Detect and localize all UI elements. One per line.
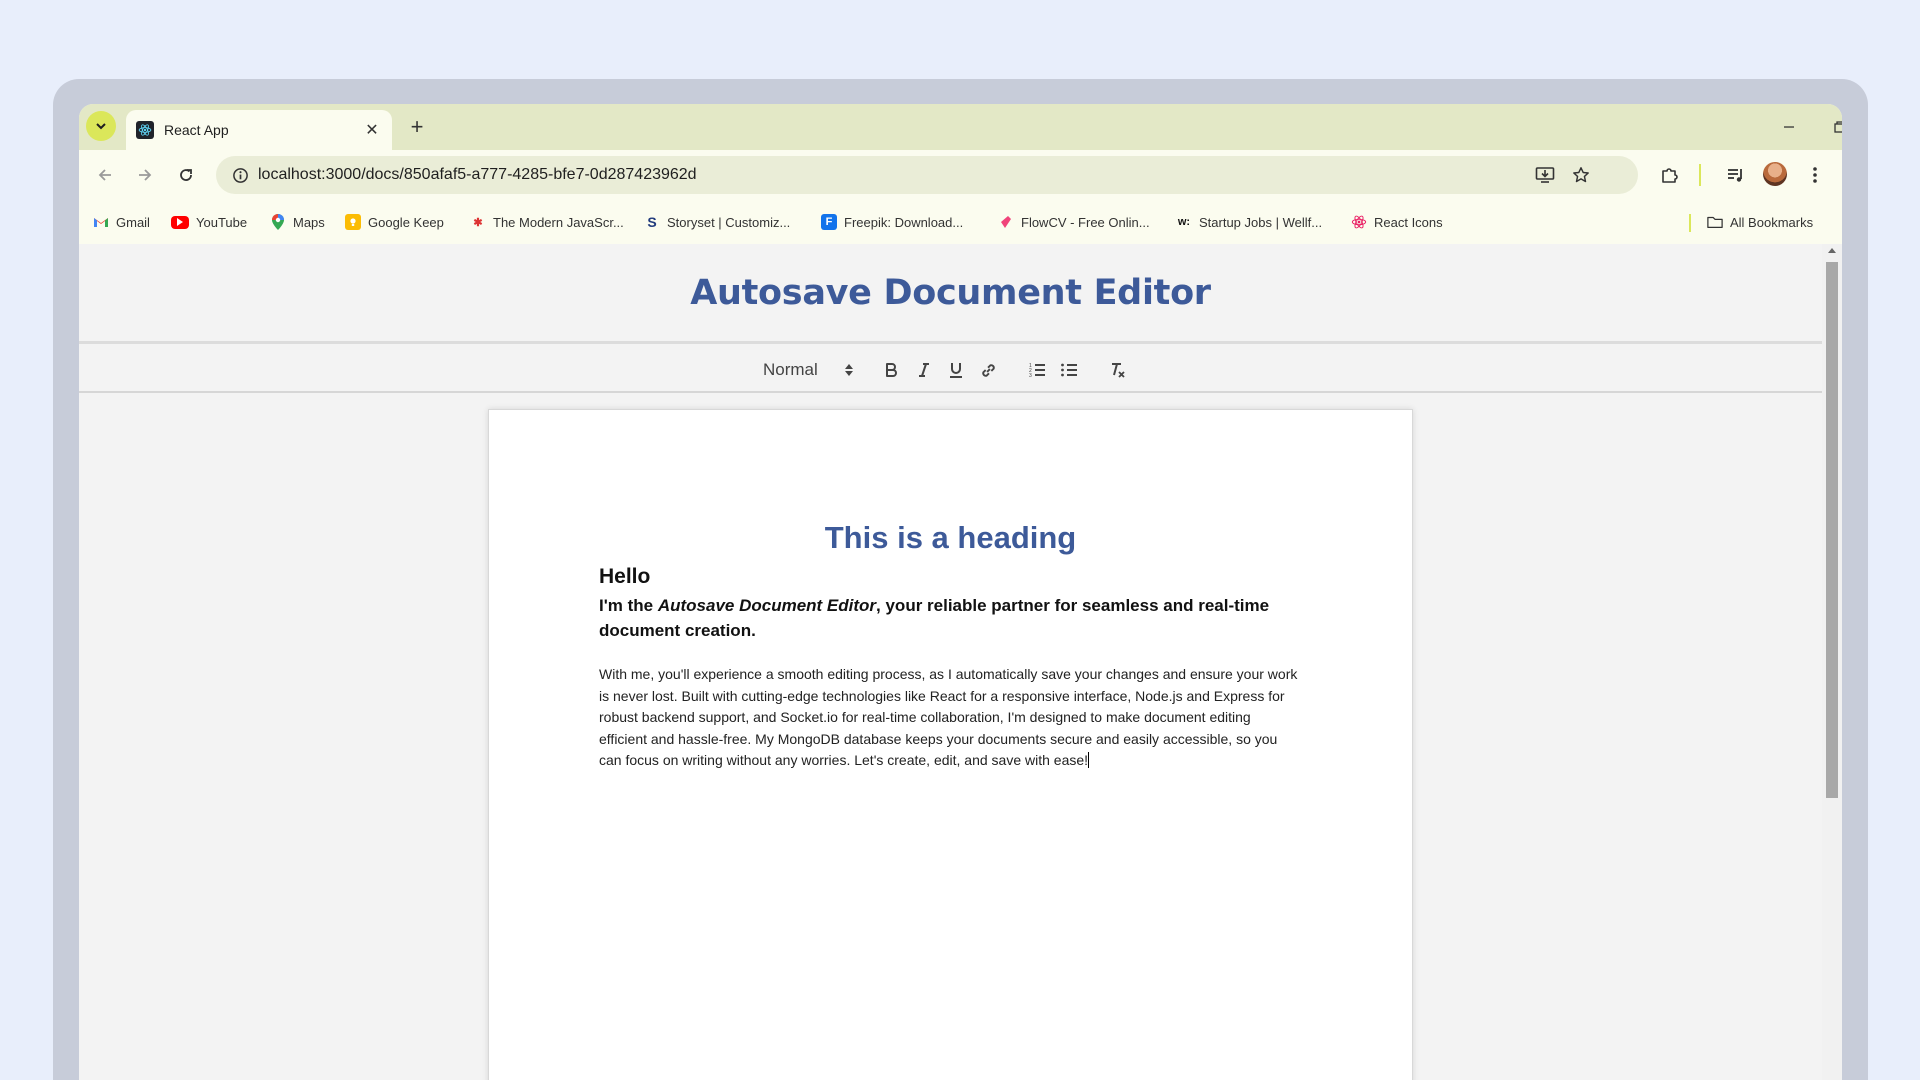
bold-button[interactable]: [877, 356, 905, 384]
restore-button[interactable]: [1820, 112, 1842, 142]
react-icon: [1351, 214, 1367, 230]
bookmark-maps[interactable]: Maps: [270, 211, 325, 233]
react-favicon-icon: [136, 121, 154, 139]
bullet-list-button[interactable]: [1055, 356, 1083, 384]
gmail-icon: [93, 214, 109, 230]
scroll-up-icon[interactable]: [1828, 248, 1836, 253]
select-arrows-icon: [842, 364, 856, 376]
editor-toolbar: Normal 123: [79, 347, 1822, 393]
toolbar-divider: [1699, 164, 1701, 186]
freepik-icon: F: [821, 214, 837, 230]
bookmarks-divider: [1689, 214, 1691, 232]
back-button[interactable]: [91, 161, 119, 189]
italic-icon: [919, 363, 929, 377]
document-heading[interactable]: This is a heading: [489, 520, 1412, 556]
chevron-down-icon: [96, 123, 106, 130]
app-title: Autosave Document Editor: [690, 272, 1211, 313]
install-app-icon[interactable]: [1527, 156, 1563, 194]
maps-icon: [270, 214, 286, 230]
bullet-list-icon: [1061, 363, 1077, 377]
scrollbar-thumb[interactable]: [1826, 262, 1838, 798]
browser-window: React App ✕ + localhost:3000/docs/850afa…: [79, 104, 1842, 1080]
music-queue-icon: [1728, 169, 1742, 182]
puzzle-icon: [1662, 168, 1678, 183]
bookmark-wellfound[interactable]: w: Startup Jobs | Wellf...: [1176, 211, 1322, 233]
text-caret: [1088, 752, 1090, 768]
forward-button[interactable]: [131, 161, 159, 189]
minimize-button[interactable]: [1769, 112, 1809, 142]
clear-format-icon: [1112, 362, 1125, 378]
arrow-left-icon: [98, 169, 111, 181]
tab-close-icon[interactable]: ✕: [362, 120, 382, 140]
youtube-icon: [171, 215, 189, 229]
browser-menu-button[interactable]: [1801, 161, 1829, 189]
tab-strip: React App ✕ +: [79, 104, 1842, 150]
svg-text:3: 3: [1029, 373, 1032, 378]
ordered-list-icon: 123: [1029, 363, 1045, 378]
bookmark-youtube[interactable]: YouTube: [171, 211, 247, 233]
bookmark-storyset[interactable]: S Storyset | Customiz...: [644, 211, 790, 233]
header-format-select[interactable]: Normal: [756, 356, 856, 384]
tab-search-button[interactable]: [86, 111, 116, 141]
clear-format-button[interactable]: [1104, 356, 1132, 384]
app-header: Autosave Document Editor: [79, 244, 1822, 344]
intro-emphasis: Autosave Document Editor: [657, 596, 877, 615]
flowcv-icon: [998, 214, 1014, 230]
more-vert-icon: [1813, 167, 1817, 183]
bookmarks-bar: Gmail YouTube Maps Google Keep ✱ The Mod…: [79, 200, 1842, 244]
bookmark-freepik[interactable]: F Freepik: Download...: [821, 211, 963, 233]
document-intro[interactable]: I'm the Autosave Document Editor, your r…: [599, 593, 1299, 643]
ordered-list-button[interactable]: 123: [1023, 356, 1051, 384]
reload-button[interactable]: [172, 161, 200, 189]
profile-avatar[interactable]: [1763, 162, 1787, 186]
page-viewport: Autosave Document Editor Normal 123 This…: [79, 244, 1822, 1080]
keep-icon: [345, 214, 361, 230]
bookmark-flowcv[interactable]: FlowCV - Free Onlin...: [998, 211, 1150, 233]
header-format-value: Normal: [763, 360, 818, 379]
javascript-info-icon: ✱: [473, 216, 483, 229]
page-scrollbar[interactable]: [1822, 244, 1842, 1080]
site-info-icon[interactable]: [222, 156, 258, 194]
reload-icon: [180, 169, 192, 181]
tab-title: React App: [164, 122, 229, 138]
underline-icon: [950, 362, 962, 378]
storyset-icon: S: [647, 214, 657, 230]
bookmark-gmail[interactable]: Gmail: [93, 211, 150, 233]
wellfound-icon: w:: [1177, 216, 1191, 228]
document-body[interactable]: With me, you'll experience a smooth edit…: [599, 664, 1299, 772]
document-hello[interactable]: Hello: [599, 565, 650, 589]
all-bookmarks-button[interactable]: All Bookmarks: [1707, 211, 1813, 233]
bookmark-react-icons[interactable]: React Icons: [1351, 211, 1443, 233]
address-bar[interactable]: localhost:3000/docs/850afaf5-a777-4285-b…: [216, 156, 1638, 194]
bookmark-star-icon[interactable]: [1563, 156, 1599, 194]
link-button[interactable]: [974, 356, 1002, 384]
italic-button[interactable]: [910, 356, 938, 384]
arrow-right-icon: [139, 169, 152, 181]
media-controls-button[interactable]: [1722, 161, 1750, 189]
minimize-icon: [1784, 126, 1794, 128]
underline-button[interactable]: [942, 356, 970, 384]
restore-icon: [1834, 121, 1842, 133]
link-icon: [981, 363, 995, 377]
folder-icon: [1707, 214, 1723, 230]
extensions-button[interactable]: [1656, 161, 1684, 189]
bold-icon: [886, 363, 897, 377]
navigation-toolbar: localhost:3000/docs/850afaf5-a777-4285-b…: [79, 150, 1842, 200]
bookmark-google-keep[interactable]: Google Keep: [345, 211, 444, 233]
new-tab-button[interactable]: +: [403, 113, 431, 141]
tab-react-app[interactable]: React App ✕: [126, 110, 392, 150]
bookmark-modern-javascript[interactable]: ✱ The Modern JavaScr...: [470, 211, 623, 233]
document-page[interactable]: This is a heading Hello I'm the Autosave…: [488, 409, 1413, 1080]
url-text[interactable]: localhost:3000/docs/850afaf5-a777-4285-b…: [258, 166, 697, 184]
